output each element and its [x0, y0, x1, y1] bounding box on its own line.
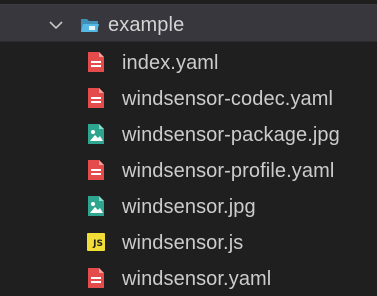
file-row-windsensor-jpg[interactable]: windsensor.jpg [0, 188, 377, 224]
file-name: windsensor.yaml [122, 268, 272, 290]
yaml-file-icon [88, 88, 104, 108]
file-row-windsensor-package-jpg[interactable]: windsensor-package.jpg [0, 116, 377, 152]
chevron-down-icon[interactable] [48, 17, 64, 33]
yaml-file-icon [88, 268, 104, 288]
yaml-file-icon [88, 52, 104, 72]
js-file-icon: JS [87, 233, 105, 251]
folder-open-icon [81, 19, 99, 32]
file-row-windsensor-profile-yaml[interactable]: windsensor-profile.yaml [0, 152, 377, 188]
file-name: windsensor-package.jpg [122, 124, 340, 146]
file-row-windsensor-js[interactable]: JS windsensor.js [0, 224, 377, 260]
file-row-windsensor-yaml[interactable]: windsensor.yaml [0, 260, 377, 296]
folder-name: example [108, 14, 185, 36]
file-name: windsensor-profile.yaml [122, 160, 335, 182]
file-name: windsensor.jpg [122, 196, 256, 218]
image-file-icon [88, 124, 104, 144]
yaml-file-icon [88, 160, 104, 180]
image-file-icon [88, 196, 104, 216]
file-explorer-tree: example index.yaml windsensor-codec.yaml… [0, 0, 377, 293]
file-row-windsensor-codec-yaml[interactable]: windsensor-codec.yaml [0, 80, 377, 116]
file-row-index-yaml[interactable]: index.yaml [0, 44, 377, 80]
folder-row-example[interactable]: example [0, 4, 377, 42]
file-name: windsensor.js [122, 232, 244, 254]
file-name: windsensor-codec.yaml [122, 88, 334, 110]
file-name: index.yaml [122, 52, 219, 74]
